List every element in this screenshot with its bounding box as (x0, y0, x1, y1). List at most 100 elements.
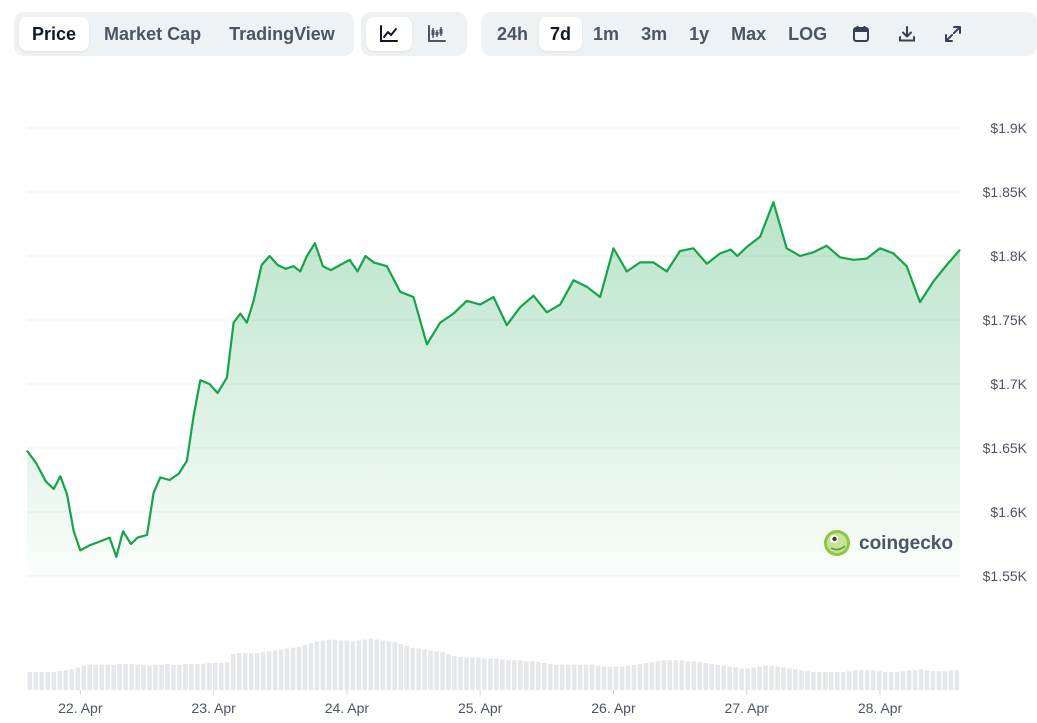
y-tick-label: $1.85K (983, 184, 1028, 200)
volume-bar (147, 665, 152, 690)
volume-bar (613, 666, 619, 690)
volume-bar (350, 641, 356, 690)
volume-bar (302, 645, 308, 690)
volume-bar (864, 670, 870, 690)
volume-bar (524, 661, 529, 690)
volume-bar (464, 657, 469, 690)
volume-bar (733, 667, 738, 690)
coingecko-logo-icon (824, 530, 850, 556)
volume-bar (745, 668, 750, 690)
volume-bar (799, 670, 804, 690)
volume-bar (529, 661, 535, 690)
volume-bar (667, 660, 673, 690)
x-axis-labels: 22. Apr 23. Apr 24. Apr 25. Apr 26. Apr 27. A… (58, 690, 903, 716)
volume-bar (757, 666, 762, 690)
volume-bar (362, 639, 368, 690)
volume-bar (900, 671, 906, 690)
volume-bar (506, 660, 511, 690)
volume-bar (105, 664, 110, 690)
volume-bar (673, 660, 679, 690)
volume-bar (380, 640, 386, 690)
volume-bar (649, 662, 655, 690)
volume-bar (577, 664, 583, 690)
volume-bar (284, 648, 290, 690)
volume-bar (679, 660, 685, 690)
volume-bar (27, 672, 33, 690)
x-tick-label: 26. Apr (591, 700, 636, 716)
volume-bar (224, 662, 230, 690)
volume-bar (805, 671, 810, 690)
volume-bar (236, 653, 242, 690)
volume-bar (541, 663, 547, 690)
volume-bar (332, 639, 338, 690)
volume-bars (27, 638, 960, 690)
volume-bar (637, 663, 643, 690)
volume-bar (446, 654, 451, 690)
volume-bar (936, 671, 942, 690)
volume-bar (117, 663, 122, 690)
volume-bar (906, 670, 912, 690)
volume-bar (452, 655, 457, 690)
volume-bar (218, 663, 224, 690)
volume-bar (159, 664, 164, 690)
volume-bar (254, 653, 260, 690)
volume-bar (703, 663, 709, 690)
volume-bar (817, 672, 822, 690)
y-tick-label: $1.6K (990, 504, 1027, 520)
volume-bar (894, 672, 900, 690)
volume-bar (823, 672, 828, 690)
volume-bar (781, 667, 786, 690)
volume-bar (374, 639, 380, 690)
volume-bar (793, 669, 798, 690)
volume-bar (123, 663, 128, 690)
volume-bar (242, 653, 248, 690)
volume-bar (829, 672, 834, 690)
volume-bar (924, 670, 930, 690)
volume-bar (631, 664, 637, 690)
volume-bar (75, 667, 81, 690)
volume-bar (338, 640, 344, 690)
volume-bar (392, 642, 398, 690)
volume-bar (458, 656, 463, 690)
volume-bar (39, 672, 45, 690)
volume-bar (553, 664, 559, 690)
y-tick-label: $1.7K (990, 376, 1027, 392)
volume-bar (207, 663, 212, 690)
volume-bar (129, 663, 134, 690)
volume-bar (440, 652, 445, 690)
volume-bar (195, 663, 200, 690)
volume-bar (368, 638, 374, 690)
volume-bar (57, 671, 63, 690)
volume-bar (518, 660, 523, 690)
volume-bar (290, 647, 296, 690)
volume-bar (260, 652, 266, 690)
volume-bar (888, 672, 894, 690)
volume-bar (314, 641, 320, 690)
y-tick-label: $1.55K (983, 568, 1028, 584)
volume-bar (296, 646, 302, 690)
volume-bar (51, 672, 57, 690)
volume-bar (33, 672, 39, 690)
volume-bar (482, 658, 487, 690)
volume-bar (954, 670, 960, 690)
volume-bar (727, 666, 732, 690)
volume-bar (344, 640, 350, 690)
volume-bar (398, 644, 403, 690)
price-chart[interactable]: $1.55K $1.6K $1.65K $1.7K $1.75K $1.8K $1.85K $… (0, 0, 1037, 723)
volume-bar (942, 671, 948, 690)
volume-bar (470, 657, 475, 690)
volume-bar (811, 672, 816, 690)
volume-bar (769, 665, 774, 690)
volume-bar (852, 670, 858, 690)
x-tick-label: 24. Apr (325, 700, 370, 716)
volume-bar (248, 653, 254, 690)
volume-bar (213, 663, 218, 690)
x-tick-label: 27. Apr (725, 700, 770, 716)
volume-bar (535, 662, 541, 690)
volume-bar (930, 671, 936, 690)
volume-bar (751, 667, 756, 690)
volume-bar (739, 668, 744, 690)
volume-bar (655, 661, 661, 690)
volume-bar (416, 648, 421, 690)
volume-bar (715, 664, 720, 690)
